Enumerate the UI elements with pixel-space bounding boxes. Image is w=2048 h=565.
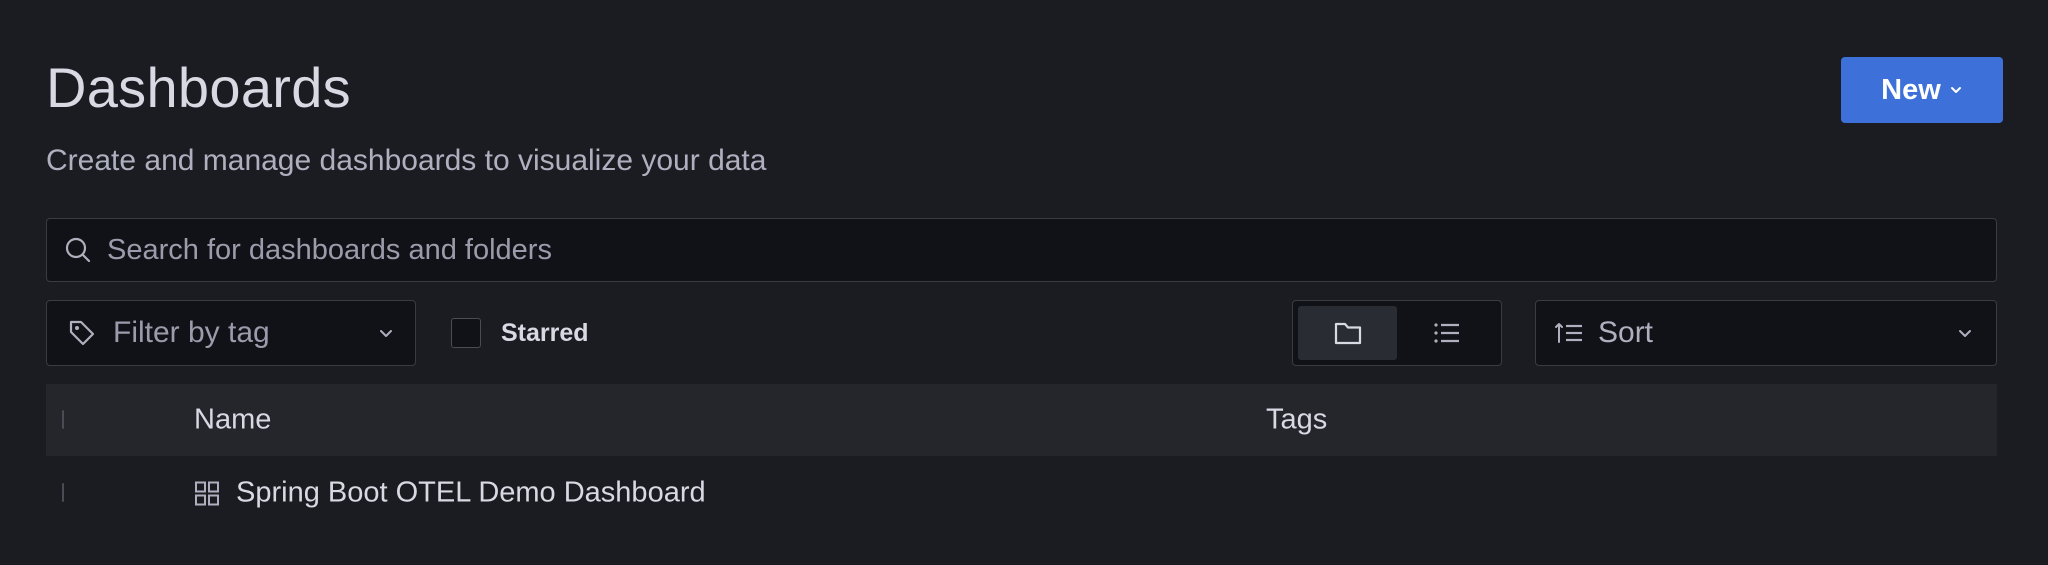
row-select-cell [62, 483, 64, 502]
tag-filter-placeholder: Filter by tag [113, 316, 270, 349]
starred-checkbox[interactable] [451, 318, 481, 348]
dashboard-name: Spring Boot OTEL Demo Dashboard [236, 476, 706, 509]
starred-label: Starred [501, 318, 589, 347]
starred-filter[interactable]: Starred [451, 300, 589, 366]
tag-icon [67, 318, 97, 348]
page-header: Dashboards Create and manage dashboards … [46, 0, 2003, 218]
table-row: Spring Boot OTEL Demo Dashboard [46, 456, 1997, 530]
filter-toolbar: Filter by tag Starred Sort [46, 300, 1997, 366]
list-icon [1432, 320, 1462, 346]
tag-filter-select[interactable]: Filter by tag [46, 300, 416, 366]
dashboard-link[interactable]: Spring Boot OTEL Demo Dashboard [194, 477, 706, 510]
list-view-button[interactable] [1397, 306, 1496, 360]
folder-icon [1333, 319, 1363, 347]
chevron-down-icon [377, 324, 395, 342]
select-all-checkbox[interactable] [62, 410, 64, 429]
dashboard-table: Name Tags Spring Boot OTEL Demo Dashboar… [46, 384, 1997, 530]
dashboard-grid-icon [194, 480, 220, 506]
select-all-cell [62, 410, 64, 429]
chevron-down-icon [1949, 83, 1963, 97]
search-input[interactable] [93, 218, 1996, 282]
sort-select[interactable]: Sort [1535, 300, 1997, 366]
view-mode-toggle [1292, 300, 1502, 366]
page-title: Dashboards [46, 56, 351, 119]
sort-ascending-icon [1554, 320, 1584, 346]
row-checkbox[interactable] [62, 483, 64, 502]
folder-view-button[interactable] [1298, 306, 1397, 360]
table-header-row: Name Tags [46, 384, 1997, 456]
search-field[interactable] [46, 218, 1997, 282]
column-header-tags: Tags [1266, 403, 1328, 436]
sort-placeholder: Sort [1598, 316, 1654, 349]
new-button[interactable]: New [1841, 57, 2003, 123]
search-icon [63, 235, 93, 265]
page-subtitle: Create and manage dashboards to visualiz… [46, 144, 767, 177]
column-header-name[interactable]: Name [194, 404, 271, 437]
chevron-down-icon [1956, 324, 1974, 342]
new-button-label: New [1881, 73, 1941, 106]
